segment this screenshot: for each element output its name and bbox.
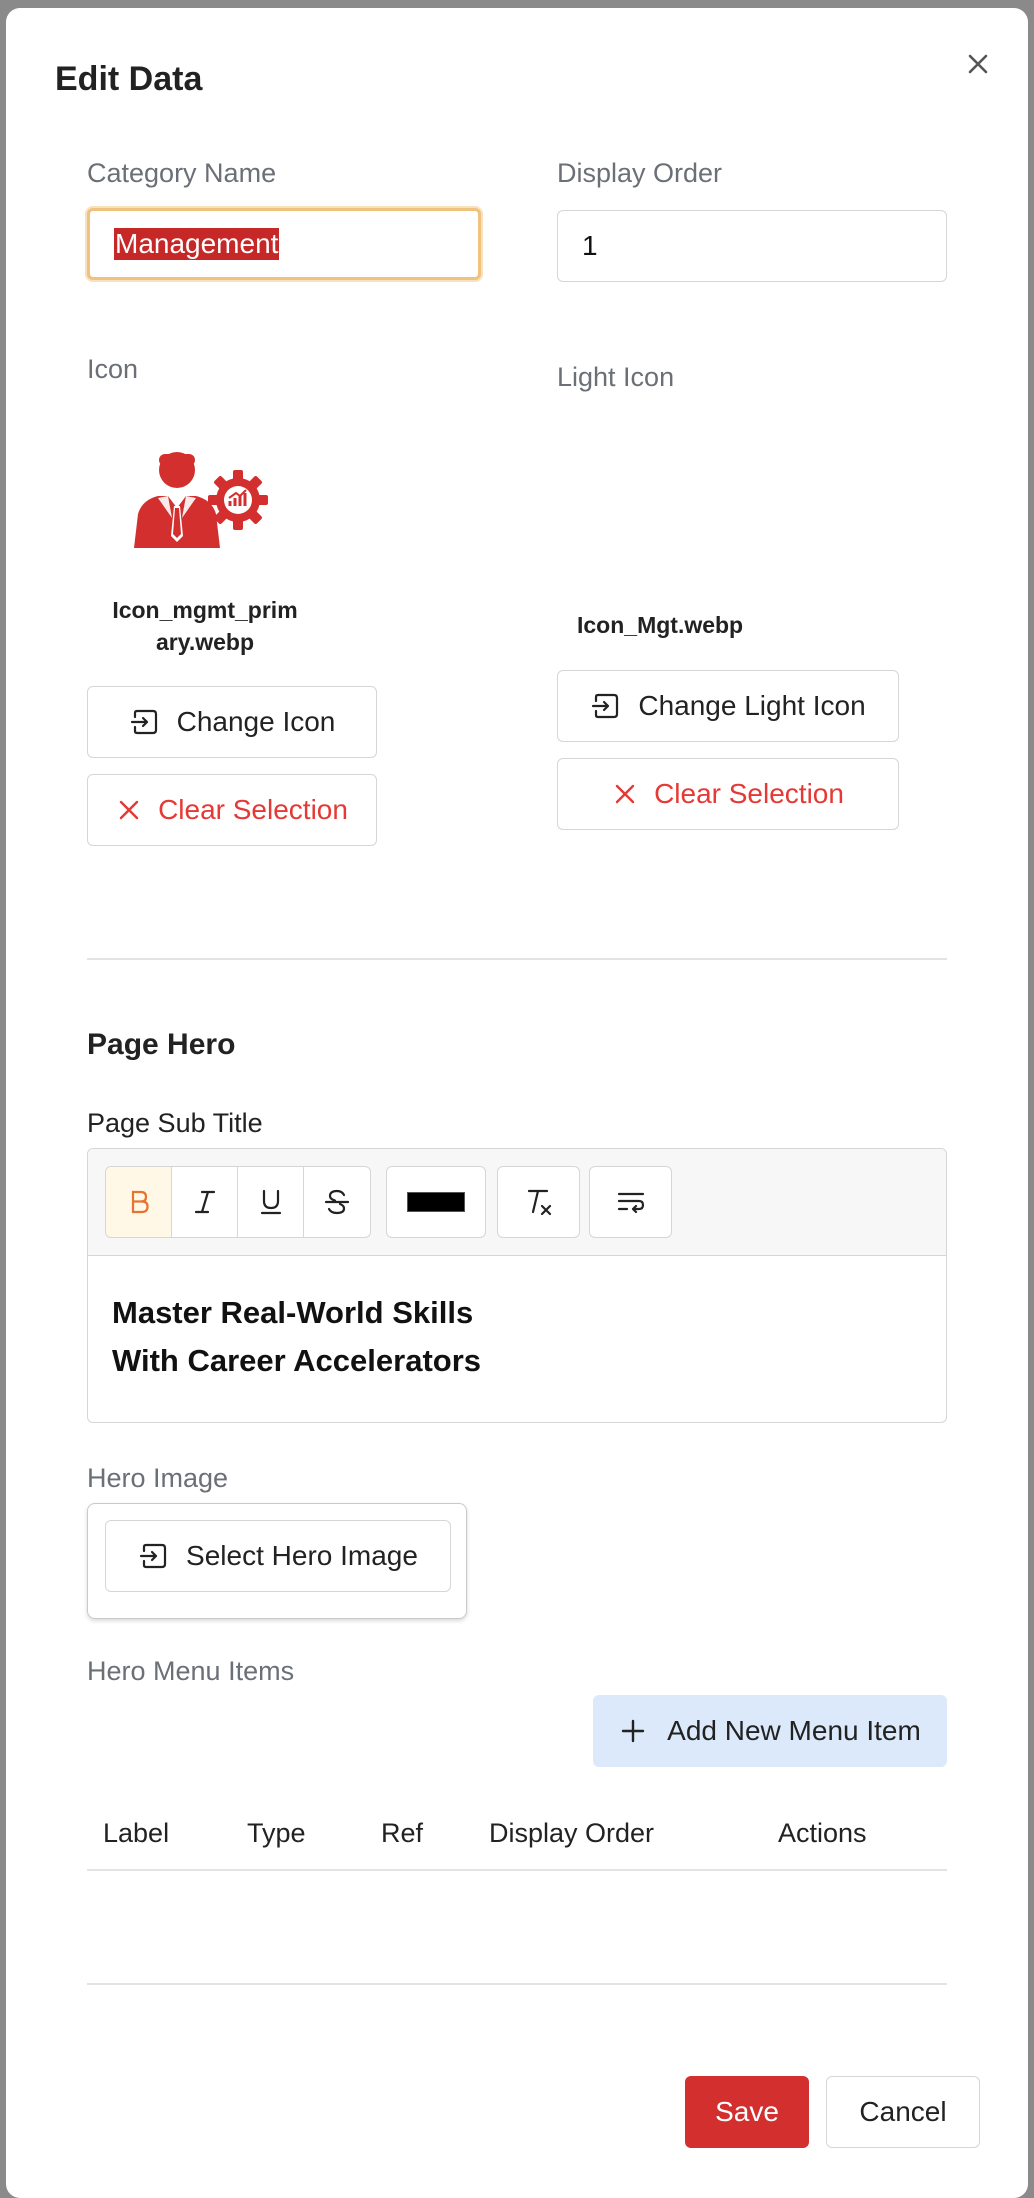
display-order-input[interactable]: 1 xyxy=(557,210,947,282)
clear-light-icon-selection-button[interactable]: Clear Selection xyxy=(557,758,899,830)
dialog-title: Edit Data xyxy=(55,60,203,98)
table-header-divider xyxy=(87,1869,947,1871)
text-wrap-icon xyxy=(617,1192,644,1214)
editor-line: With Career Accelerators xyxy=(112,1343,482,1378)
category-name-label: Category Name xyxy=(87,158,277,188)
change-light-icon-button[interactable]: Change Light Icon xyxy=(557,670,899,742)
bold-icon xyxy=(131,1190,149,1214)
editor-line: Master Real-World Skills xyxy=(112,1295,474,1330)
column-header-actions: Actions xyxy=(778,1818,867,1848)
light-icon-file-name: Icon_Mgt.webp xyxy=(577,612,744,638)
file-import-icon xyxy=(592,693,619,719)
hero-image-label: Hero Image xyxy=(87,1463,229,1493)
edit-data-dialog: Edit Data Category Name Management Displ… xyxy=(6,8,1028,2198)
change-icon-label: Change Icon xyxy=(176,706,336,737)
file-import-icon xyxy=(139,1543,167,1569)
light-icon-label: Light Icon xyxy=(557,362,675,392)
clear-format-icon xyxy=(527,1189,551,1216)
editor-toolbar xyxy=(88,1149,946,1256)
text-color-group xyxy=(386,1166,486,1238)
add-new-menu-item-button[interactable]: Add New Menu Item xyxy=(593,1695,947,1767)
text-wrap-button[interactable] xyxy=(590,1167,671,1237)
editor-content[interactable]: Master Real-World Skills With Career Acc… xyxy=(112,1289,481,1385)
category-name-value: Management xyxy=(114,228,280,260)
change-light-icon-label: Change Light Icon xyxy=(638,690,866,721)
format-button-group xyxy=(105,1166,371,1238)
file-import-icon xyxy=(130,709,157,735)
icon-file-name-line2: ary.webp xyxy=(156,629,254,655)
underline-button[interactable] xyxy=(238,1167,304,1237)
select-hero-image-label: Select Hero Image xyxy=(186,1540,418,1571)
column-header-ref: Ref xyxy=(381,1818,424,1848)
bold-button[interactable] xyxy=(106,1167,172,1237)
icon-file-name-line1: Icon_mgmt_prim xyxy=(112,597,298,623)
close-icon xyxy=(615,784,635,804)
display-order-label: Display Order xyxy=(557,158,723,188)
clear-light-icon-selection-label: Clear Selection xyxy=(654,778,844,809)
close-icon xyxy=(119,800,139,820)
icon-label: Icon xyxy=(87,354,139,384)
clear-icon-selection-button[interactable]: Clear Selection xyxy=(87,774,377,846)
table-bottom-divider xyxy=(87,1983,947,1985)
management-icon-preview xyxy=(132,448,272,560)
cancel-button[interactable]: Cancel xyxy=(826,2076,980,2148)
page-sub-title-label: Page Sub Title xyxy=(87,1108,263,1138)
icon-file-name: Icon_mgmt_prim ary.webp xyxy=(87,594,323,658)
underline-icon xyxy=(260,1189,281,1215)
add-new-menu-item-label: Add New Menu Item xyxy=(667,1715,921,1746)
text-color-swatch xyxy=(407,1192,465,1212)
category-name-input[interactable]: Management xyxy=(87,208,481,280)
italic-button[interactable] xyxy=(172,1167,238,1237)
rich-text-editor: Master Real-World Skills With Career Acc… xyxy=(87,1148,947,1423)
display-order-value: 1 xyxy=(582,230,598,261)
clear-format-button[interactable] xyxy=(498,1167,579,1237)
section-divider xyxy=(87,958,947,960)
column-header-display-order: Display Order xyxy=(489,1818,655,1848)
wrap-group xyxy=(589,1166,672,1238)
plus-icon xyxy=(621,1719,645,1743)
select-hero-image-button[interactable]: Select Hero Image xyxy=(105,1520,451,1592)
hero-menu-items-label: Hero Menu Items xyxy=(87,1656,295,1686)
change-icon-button[interactable]: Change Icon xyxy=(87,686,377,758)
page-hero-title: Page Hero xyxy=(87,1028,236,1061)
save-button[interactable]: Save xyxy=(685,2076,809,2148)
italic-icon xyxy=(194,1190,215,1214)
clear-icon-selection-label: Clear Selection xyxy=(158,794,348,825)
column-header-label: Label xyxy=(103,1818,170,1848)
strikethrough-icon xyxy=(324,1189,350,1215)
close-icon[interactable] xyxy=(962,48,994,80)
column-header-type: Type xyxy=(247,1818,306,1848)
text-color-button[interactable] xyxy=(387,1167,485,1237)
clear-format-group xyxy=(497,1166,580,1238)
strikethrough-button[interactable] xyxy=(304,1167,370,1237)
